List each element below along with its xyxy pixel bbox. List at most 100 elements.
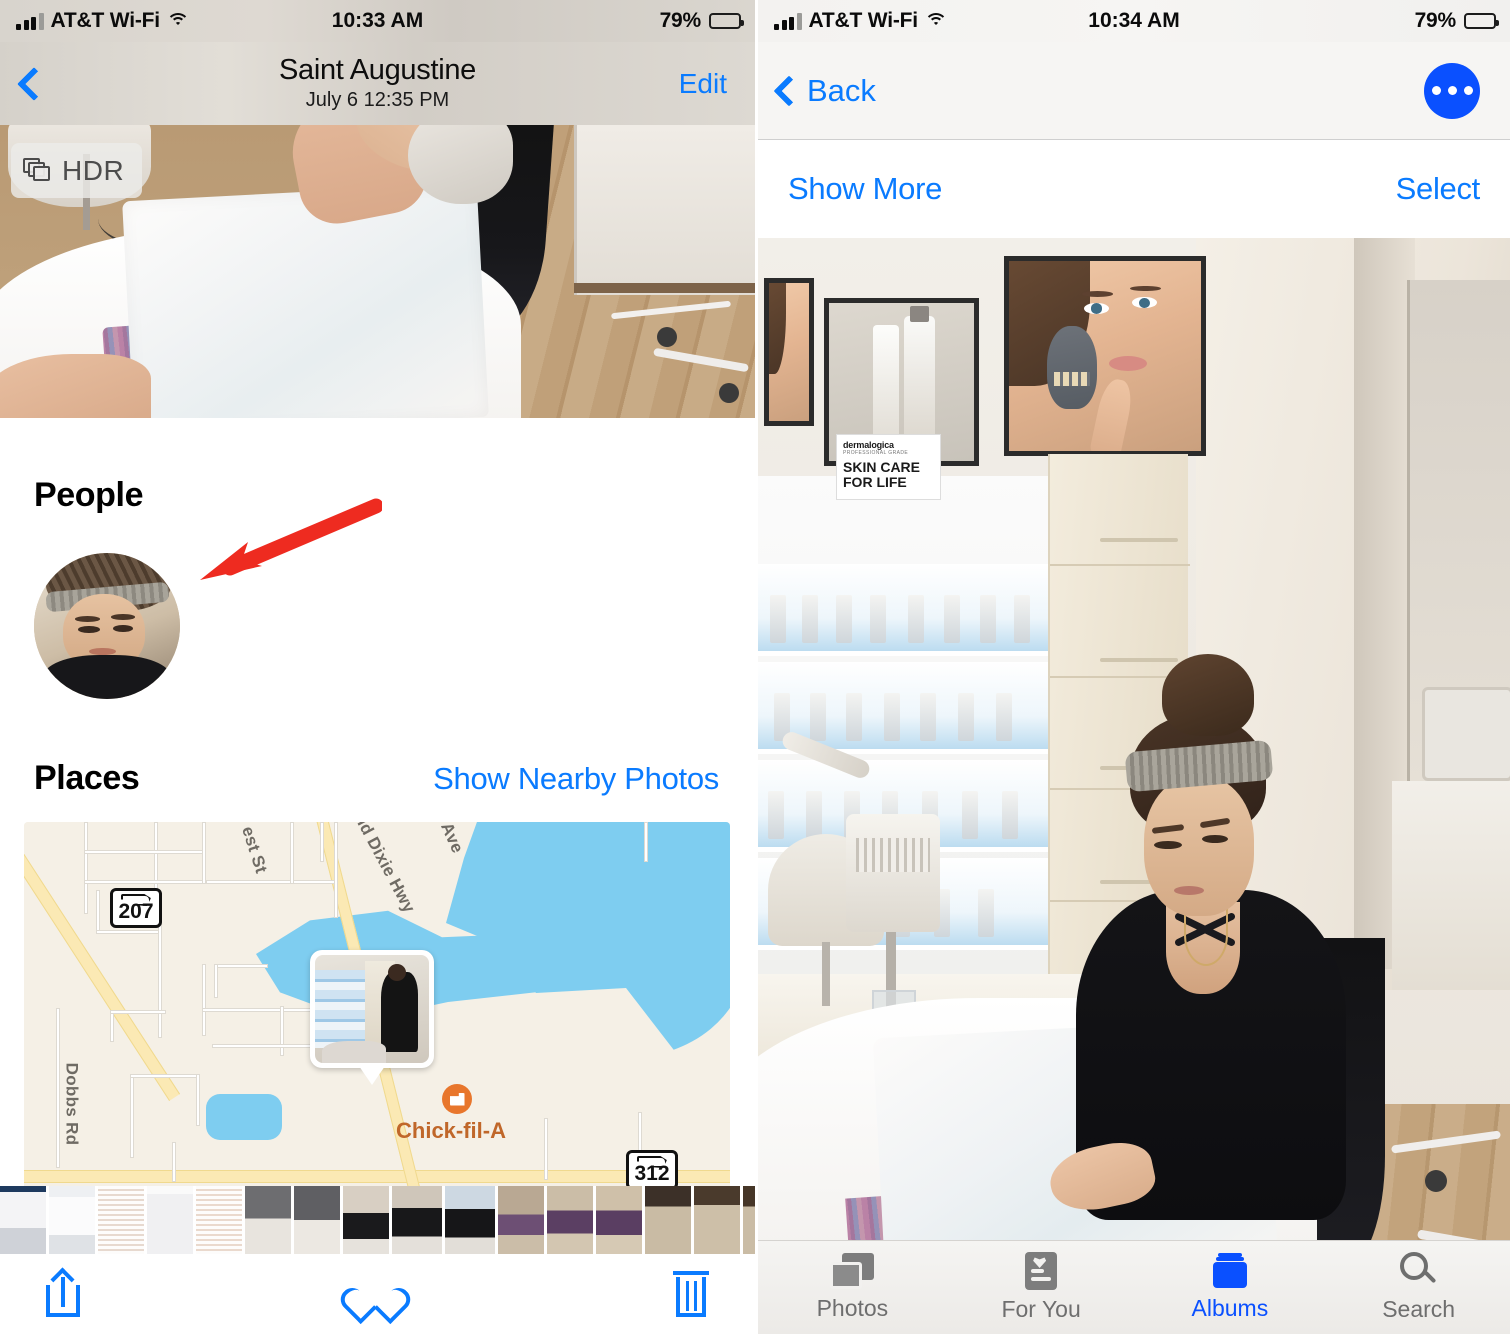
left-status-bar: AT&T Wi-Fi 10:33 AM 79% [0,0,755,42]
filmstrip-thumb[interactable] [245,1186,291,1254]
tab-for-you[interactable]: For You [947,1241,1136,1334]
photo-filmstrip[interactable] [0,1186,755,1254]
clock-label: 10:34 AM [1088,9,1180,32]
map-road [84,850,204,854]
wall-poster-1 [764,278,814,426]
battery-percent-label: 79% [1414,9,1457,32]
hdr-label: HDR [62,154,125,186]
show-nearby-photos-link[interactable]: Show Nearby Photos [433,761,719,797]
skin-care-sign: dermalogica PROFESSIONAL GRADE SKIN CARE… [836,434,941,500]
places-map[interactable]: 207 312 est St Old Dixie Hwy Dobbs Rd Av… [24,822,730,1202]
esthetician-bun [1162,654,1254,736]
poster-finger [1089,376,1136,451]
more-ellipsis-icon[interactable] [1424,62,1480,119]
restaurant-glyph [449,1092,465,1106]
right-status-right: 79% [1414,9,1499,33]
map-road [290,822,294,884]
filmstrip-thumb[interactable] [547,1186,593,1254]
tab-albums[interactable]: Albums [1136,1241,1325,1334]
poster-face [769,283,809,421]
esthetician-person [1044,654,1358,1220]
filmstrip-thumb[interactable] [49,1186,95,1254]
tab-bar: Photos For You Albums Search [758,1240,1510,1334]
show-more-button[interactable]: Show More [788,171,942,207]
edit-button[interactable]: Edit [679,68,727,100]
towel [122,183,490,418]
people-heading: People [34,476,144,514]
facial-steamer [846,814,940,1048]
map-road [214,964,268,968]
filmstrip-thumb[interactable] [294,1186,340,1254]
wall-poster-3 [1004,256,1206,456]
map-road [130,1074,134,1158]
back-button[interactable]: Back [773,73,876,109]
album-photo[interactable]: dermalogica PROFESSIONAL GRADE SKIN CARE… [758,238,1510,1282]
client-arm [0,353,151,418]
filmstrip-thumb[interactable] [343,1186,389,1254]
tab-search[interactable]: Search [1324,1241,1510,1334]
esthetician-eye-left [1154,841,1182,849]
avatar[interactable] [34,553,180,699]
filmstrip-thumb[interactable] [0,1186,46,1254]
trash-icon[interactable] [673,1271,709,1317]
battery-percent-label: 79% [659,9,702,32]
filmstrip-thumb[interactable] [645,1186,691,1254]
select-button[interactable]: Select [1396,171,1481,207]
sink [1422,686,1510,781]
albums-stack-icon [1210,1253,1250,1289]
heart-icon[interactable] [335,1273,415,1325]
battery-icon [709,13,744,29]
page-subtitle: July 6 12:35 PM [305,89,450,112]
photo-location-pin[interactable] [310,950,434,1068]
right-nav-bar: Back Add Name [758,42,1510,140]
filmstrip-thumb[interactable] [694,1186,740,1254]
route-shield-207: 207 [110,888,162,928]
pin-person [381,972,418,1053]
filmstrip-thumb[interactable] [392,1186,442,1254]
magnifier-icon [1399,1252,1438,1290]
esthetician-lips [1174,886,1204,895]
map-road [202,964,206,1036]
right-phone-screen: AT&T Wi-Fi 10:34 AM 79% Back Add Name Sh… [755,0,1510,1334]
places-section-header: Places Show Nearby Photos [0,699,755,798]
filmstrip-thumb[interactable] [147,1186,193,1254]
filmstrip-thumb[interactable] [743,1186,755,1254]
tab-label: Search [1382,1296,1456,1322]
for-you-card-icon [1025,1252,1058,1290]
left-nav-title-group: Saint Augustine July 6 12:35 PM [0,54,755,112]
map-road [56,1008,60,1168]
pin-thumbnail [315,955,429,1063]
map-road [202,822,206,884]
places-heading: Places [34,759,140,797]
filmstrip-thumb[interactable] [196,1186,242,1254]
photo-preview[interactable]: HDR [0,125,755,418]
counter-region [1392,780,1510,990]
poster-eye-right [1131,297,1157,309]
map-road [544,1118,548,1180]
restaurant-pin-icon[interactable] [442,1084,472,1114]
filmstrip-thumb[interactable] [596,1186,642,1254]
wall-region [573,125,755,295]
map-road [206,880,338,884]
avatar-brow-left [74,615,100,622]
map-road [130,1074,200,1078]
right-status-center: 10:34 AM [758,9,1510,33]
route-shield-312: 312 [626,1150,678,1190]
share-icon[interactable] [46,1267,80,1317]
photos-stack-icon [830,1253,875,1289]
left-status-center: 10:33 AM [0,9,755,33]
tab-photos[interactable]: Photos [758,1241,947,1334]
map-road [320,822,324,862]
avatar-lips [89,647,116,656]
hdr-layers-icon [23,157,52,184]
filmstrip-thumb[interactable] [445,1186,495,1254]
status-badge: HDR [11,143,143,198]
people-section: People [0,418,755,699]
map-road [202,1008,318,1012]
map-highway-bottom [24,1170,730,1183]
map-road [334,822,338,918]
poster-model-face [1009,261,1201,451]
sign-brand: dermalogica [843,440,894,450]
filmstrip-thumb[interactable] [498,1186,544,1254]
filmstrip-thumb[interactable] [98,1186,144,1254]
